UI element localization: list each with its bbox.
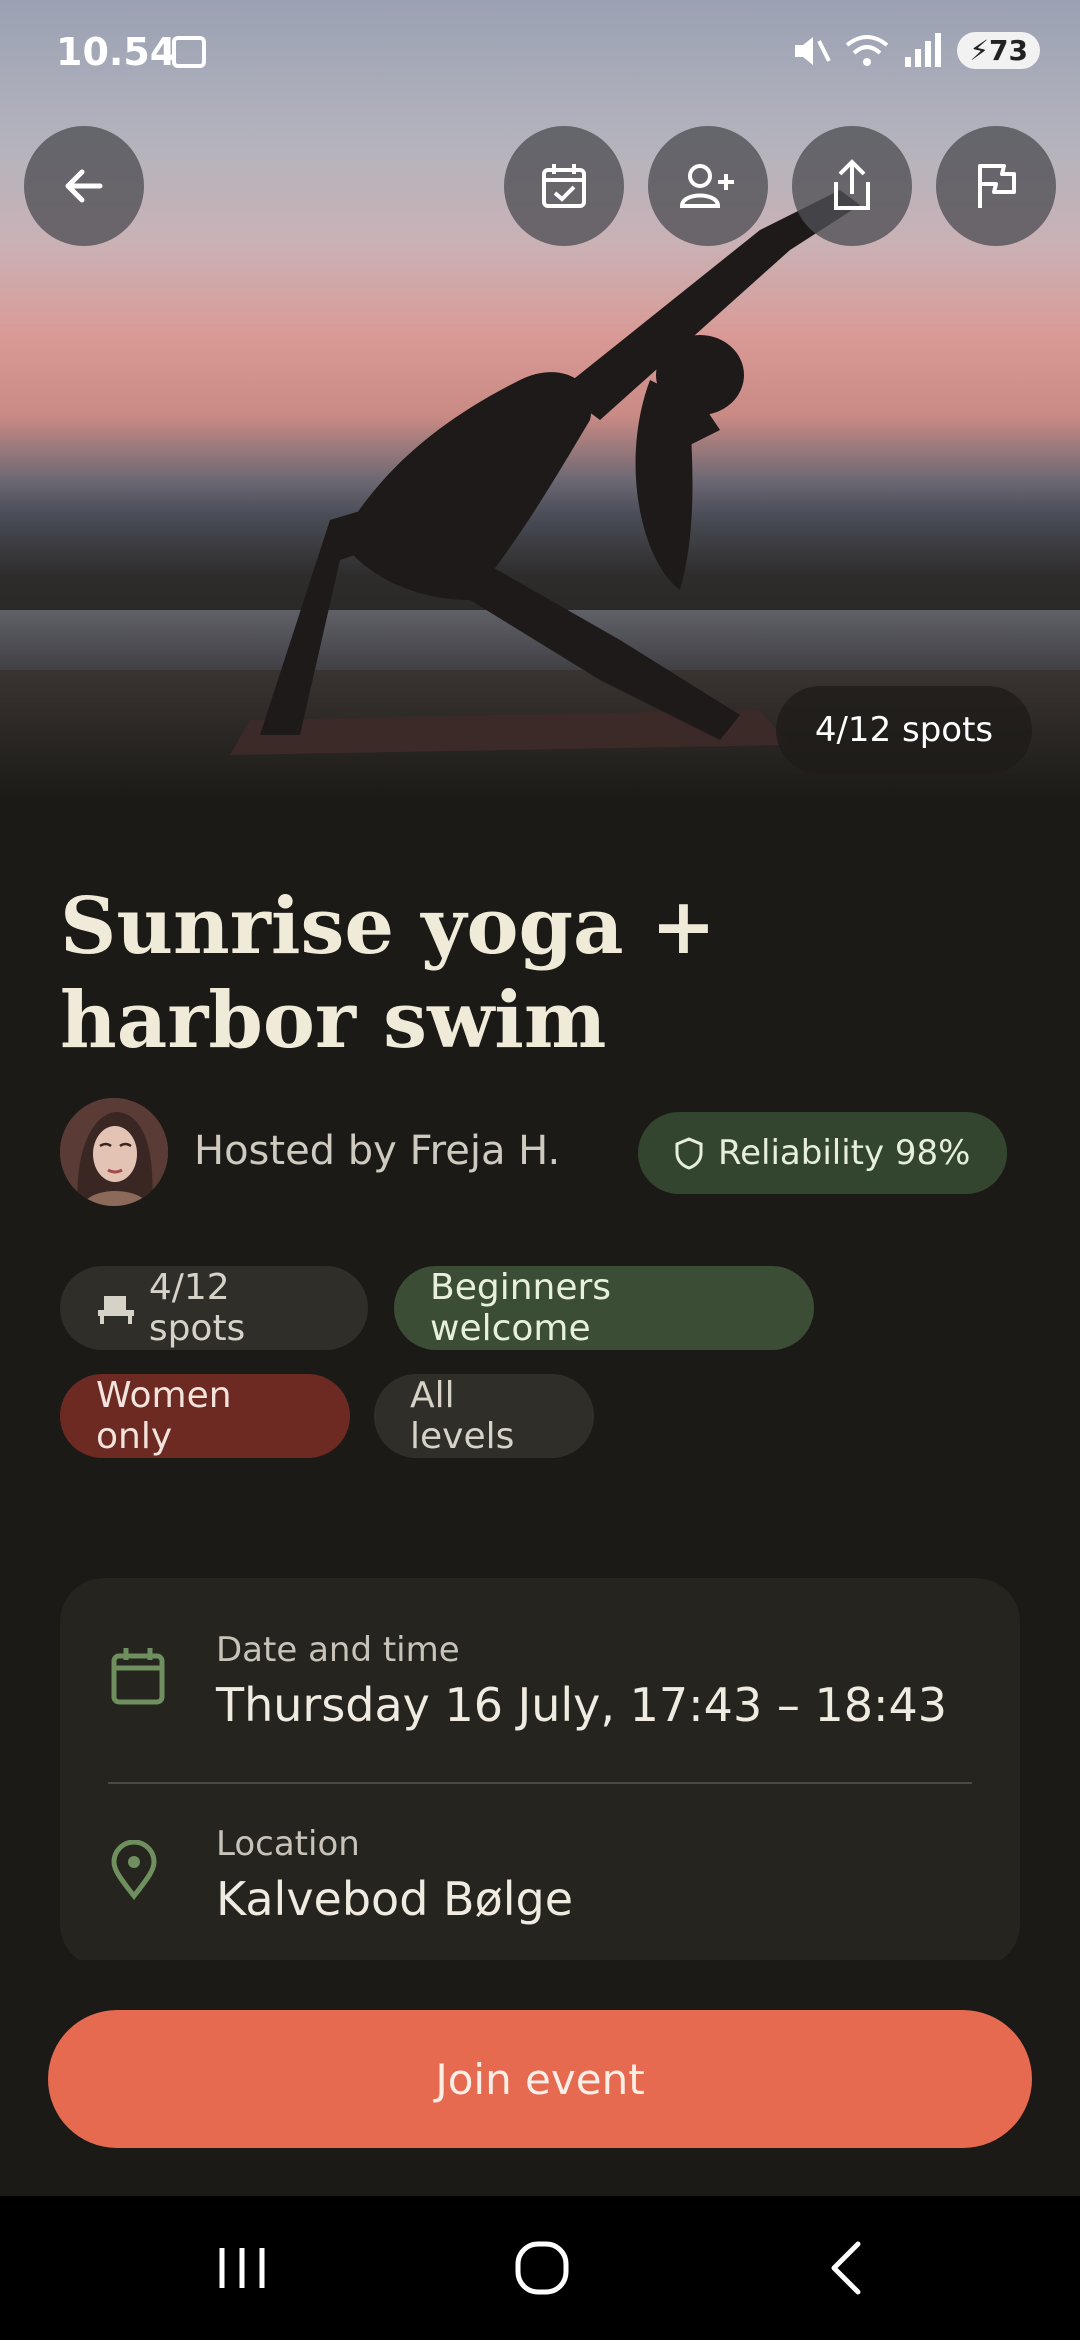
join-event-button[interactable]: Join event — [48, 2010, 1032, 2148]
spots-overlay: 4/12 spots — [776, 686, 1032, 774]
screenshot-icon — [172, 36, 206, 68]
beginners-tag: Beginners welcome — [394, 1266, 814, 1350]
share-button[interactable] — [792, 126, 912, 246]
event-title: Sunrise yoga + harbor swim — [60, 881, 717, 1066]
location-pin-icon — [111, 1840, 157, 1900]
seat-icon — [98, 1296, 134, 1324]
recent-apps-button[interactable] — [202, 2232, 282, 2304]
calendar-check-icon — [542, 164, 586, 208]
host-photo — [60, 1098, 168, 1206]
home-button[interactable] — [502, 2232, 582, 2304]
wifi-icon — [846, 34, 889, 66]
system-nav-bar — [0, 2196, 1080, 2340]
status-time: 10.54 — [56, 30, 177, 74]
host-name: Hosted by Freja H. — [194, 1128, 561, 1174]
location-row[interactable]: Location Kalvebod Bølge — [60, 1772, 1020, 1962]
back-icon — [65, 169, 103, 203]
beginners-tag-label: Beginners welcome — [430, 1267, 612, 1349]
reliability-text: Reliability 98% — [718, 1133, 971, 1173]
recent-apps-icon — [219, 2248, 265, 2288]
battery-level: 73 — [989, 34, 1028, 67]
reliability-badge: Reliability 98% — [638, 1112, 1007, 1194]
mute-icon — [795, 36, 832, 65]
details-card: Date and time Thursday 16 July, 17:43 – … — [60, 1578, 1020, 1968]
status-bar: 10.54 ⚡73 — [0, 0, 1080, 110]
women-only-tag: Women only — [60, 1374, 350, 1458]
location-label: Location — [216, 1824, 360, 1864]
system-back-button[interactable] — [806, 2232, 886, 2304]
date-label: Date and time — [216, 1630, 460, 1670]
host-row[interactable]: Hosted by Freja H. Reliability 98% — [60, 1098, 1020, 1208]
flag-icon — [978, 164, 1016, 208]
back-button[interactable] — [24, 126, 144, 246]
spots-tag-label: 4/12 spots — [148, 1267, 246, 1349]
signal-icon — [905, 32, 942, 67]
calendar-icon — [111, 1648, 165, 1705]
share-icon — [834, 159, 870, 210]
system-back-icon — [831, 2241, 861, 2295]
hero-image — [0, 0, 1080, 800]
levels-tag-label: All levels — [410, 1375, 515, 1457]
add-to-calendar-button[interactable] — [504, 126, 624, 246]
women-only-tag-label: Women only — [96, 1375, 232, 1457]
yoga-silhouette — [230, 190, 860, 755]
add-person-icon — [679, 164, 734, 208]
date-row[interactable]: Date and time Thursday 16 July, 17:43 – … — [60, 1578, 1020, 1768]
avatar[interactable] — [60, 1098, 168, 1206]
battery-icon: ⚡73 — [957, 32, 1040, 69]
date-value: Thursday 16 July, 17:43 – 18:43 — [216, 1678, 948, 1732]
home-icon — [515, 2241, 569, 2295]
levels-tag: All levels — [374, 1374, 594, 1458]
location-value: Kalvebod Bølge — [216, 1872, 573, 1926]
shield-icon — [675, 1137, 703, 1170]
report-button[interactable] — [936, 126, 1056, 246]
invite-button[interactable] — [648, 126, 768, 246]
spots-tag: 4/12 spots — [60, 1266, 368, 1350]
